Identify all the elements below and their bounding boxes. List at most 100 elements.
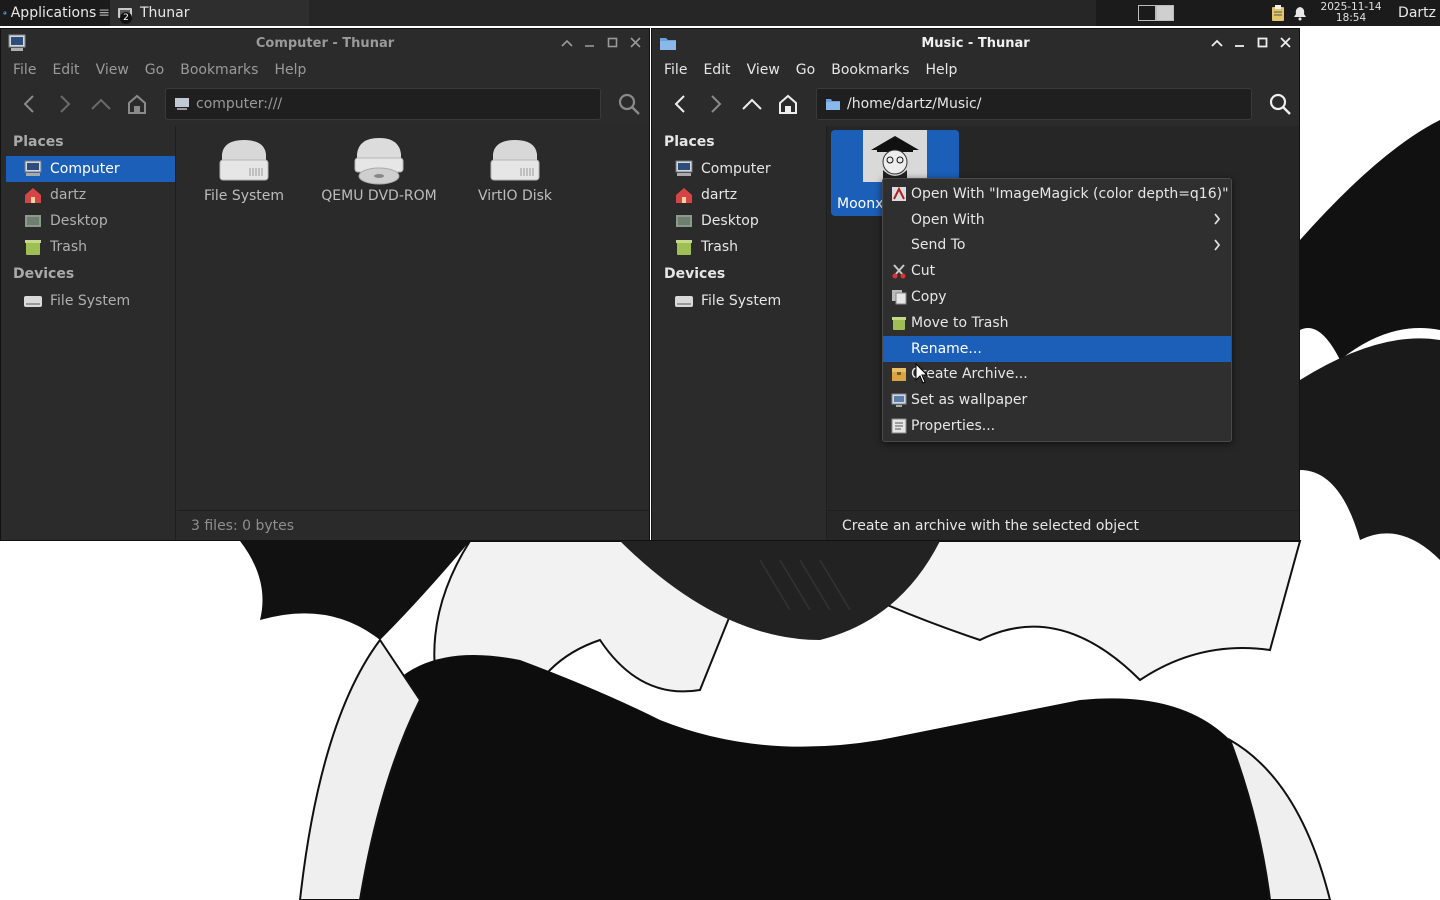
xfce-logo-icon bbox=[3, 11, 7, 15]
devices-header: Devices bbox=[664, 266, 726, 282]
sidebar-item-label: dartz bbox=[50, 187, 87, 203]
sidebar-item-computer[interactable]: Computer bbox=[6, 156, 175, 182]
parent-folder-button[interactable] bbox=[736, 88, 768, 120]
menu-item-rename[interactable]: Rename... bbox=[883, 335, 1231, 362]
taskbar-item-thunar[interactable]: 2 Thunar bbox=[110, 0, 309, 26]
menu-file[interactable]: File bbox=[656, 62, 695, 78]
search-button[interactable] bbox=[613, 88, 645, 120]
window-count-badge: 2 bbox=[120, 12, 132, 24]
file-item-virtio-disk[interactable]: VirtIO Disk bbox=[455, 134, 575, 204]
applications-menu-button[interactable]: Applications ≡ bbox=[0, 0, 110, 26]
menu-edit[interactable]: Edit bbox=[44, 62, 87, 78]
home-button[interactable] bbox=[772, 88, 804, 120]
panel-clock[interactable]: 2025-11-14 18:54 bbox=[1314, 2, 1388, 24]
titlebar[interactable]: Music - Thunar bbox=[652, 29, 1299, 57]
menu-item-open-with-imagemagick[interactable]: Open With "ImageMagick (color depth=q16)… bbox=[883, 181, 1231, 207]
sidebar-item-file-system[interactable]: File System bbox=[1, 288, 175, 314]
home-button[interactable] bbox=[121, 88, 153, 120]
parent-folder-button[interactable] bbox=[85, 88, 117, 120]
back-button[interactable] bbox=[13, 88, 45, 120]
clipboard-icon[interactable] bbox=[1270, 4, 1286, 22]
minimize-button[interactable] bbox=[1232, 35, 1247, 50]
desktop-icon bbox=[25, 215, 41, 227]
menu-item-send-to[interactable]: Send To bbox=[883, 233, 1231, 259]
roll-up-button[interactable] bbox=[1209, 35, 1224, 50]
sidebar-item-file-system[interactable]: File System bbox=[652, 288, 826, 314]
titlebar[interactable]: Computer - Thunar bbox=[1, 29, 649, 57]
menu-item-label: Open With "ImageMagick (color depth=q16)… bbox=[911, 185, 1229, 202]
workspace-switcher[interactable] bbox=[1096, 0, 1267, 26]
window-title: Music - Thunar bbox=[921, 35, 1030, 51]
menu-item-create-archive[interactable]: Create Archive... bbox=[883, 362, 1231, 388]
sidebar-item-label: Computer bbox=[50, 161, 120, 177]
menu-item-copy[interactable]: Copy bbox=[883, 284, 1231, 310]
forward-button[interactable] bbox=[700, 88, 732, 120]
user-menu[interactable]: Dartz bbox=[1392, 5, 1440, 21]
side-pane: Places Computer dartz Desktop Trash Devi… bbox=[652, 126, 827, 540]
menu-help[interactable]: Help bbox=[266, 62, 314, 78]
file-item-qemu-dvd-rom[interactable]: QEMU DVD-ROM bbox=[319, 134, 439, 204]
menu-bookmarks[interactable]: Bookmarks bbox=[823, 62, 917, 78]
mouse-pointer-icon bbox=[915, 363, 929, 384]
menu-item-set-as-wallpaper[interactable]: Set as wallpaper bbox=[883, 387, 1231, 413]
sidebar-item-label: Trash bbox=[701, 239, 738, 255]
arrow-up-icon bbox=[742, 98, 762, 110]
search-icon bbox=[1269, 93, 1291, 115]
sidebar-item-desktop[interactable]: Desktop bbox=[652, 208, 826, 234]
sidebar-item-trash[interactable]: Trash bbox=[652, 234, 826, 260]
sidebar-item-home[interactable]: dartz bbox=[1, 182, 175, 208]
menu-help[interactable]: Help bbox=[917, 62, 965, 78]
location-path: computer:/// bbox=[196, 96, 283, 112]
archive-icon bbox=[892, 368, 906, 382]
menu-item-label: Send To bbox=[911, 237, 966, 254]
maximize-button[interactable] bbox=[1255, 35, 1270, 50]
sidebar-item-trash[interactable]: Trash bbox=[1, 234, 175, 260]
home-folder-icon bbox=[25, 188, 41, 203]
menu-go[interactable]: Go bbox=[137, 62, 172, 78]
sidebar-item-home[interactable]: dartz bbox=[652, 182, 826, 208]
minimize-button[interactable] bbox=[582, 35, 597, 50]
location-bar[interactable]: /home/dartz/Music/ bbox=[816, 88, 1252, 120]
menu-bookmarks[interactable]: Bookmarks bbox=[172, 62, 266, 78]
sidebar-item-computer[interactable]: Computer bbox=[652, 156, 826, 182]
notification-bell-icon[interactable] bbox=[1292, 5, 1308, 21]
roll-up-button[interactable] bbox=[559, 35, 574, 50]
minimize-icon bbox=[585, 45, 594, 47]
menu-view[interactable]: View bbox=[739, 62, 788, 78]
computer-icon bbox=[8, 34, 26, 51]
menu-item-properties[interactable]: Properties... bbox=[883, 413, 1231, 439]
clock-time: 18:54 bbox=[1335, 12, 1367, 24]
search-button[interactable] bbox=[1264, 88, 1296, 120]
menu-item-move-to-trash[interactable]: Move to Trash bbox=[883, 310, 1231, 336]
sidebar-item-label: Computer bbox=[701, 161, 771, 177]
workspace-2[interactable] bbox=[1156, 5, 1175, 21]
menu-item-label: Set as wallpaper bbox=[911, 392, 1028, 409]
close-button[interactable] bbox=[628, 35, 643, 50]
close-button[interactable] bbox=[1278, 35, 1293, 50]
home-icon bbox=[128, 94, 146, 114]
places-header: Places bbox=[664, 134, 715, 150]
back-button[interactable] bbox=[664, 88, 696, 120]
maximize-icon bbox=[1257, 37, 1268, 48]
menu-go[interactable]: Go bbox=[788, 62, 823, 78]
location-bar[interactable]: computer:/// bbox=[165, 88, 601, 120]
home-icon bbox=[779, 94, 797, 114]
minimize-icon bbox=[1235, 45, 1244, 47]
sidebar-item-desktop[interactable]: Desktop bbox=[1, 208, 175, 234]
menu-edit[interactable]: Edit bbox=[695, 62, 738, 78]
top-panel: Applications ≡ 2 Thunar 2025-11-14 18:54… bbox=[0, 0, 1440, 26]
file-view[interactable]: File System QEMU DVD-ROM VirtIO Disk bbox=[176, 126, 649, 540]
menubar: File Edit View Go Bookmarks Help bbox=[652, 57, 1299, 82]
arrow-up-icon bbox=[91, 98, 111, 110]
menu-file[interactable]: File bbox=[5, 62, 44, 78]
menu-item-cut[interactable]: Cut bbox=[883, 258, 1231, 284]
file-label: File System bbox=[203, 188, 285, 204]
menu-view[interactable]: View bbox=[88, 62, 137, 78]
workspace-1[interactable] bbox=[1138, 5, 1157, 21]
file-item-file-system[interactable]: File System bbox=[184, 134, 304, 204]
maximize-button[interactable] bbox=[605, 35, 620, 50]
maximize-icon bbox=[607, 37, 618, 48]
optical-drive-icon bbox=[354, 138, 404, 185]
forward-button[interactable] bbox=[49, 88, 81, 120]
menu-item-open-with[interactable]: Open With bbox=[883, 207, 1231, 233]
